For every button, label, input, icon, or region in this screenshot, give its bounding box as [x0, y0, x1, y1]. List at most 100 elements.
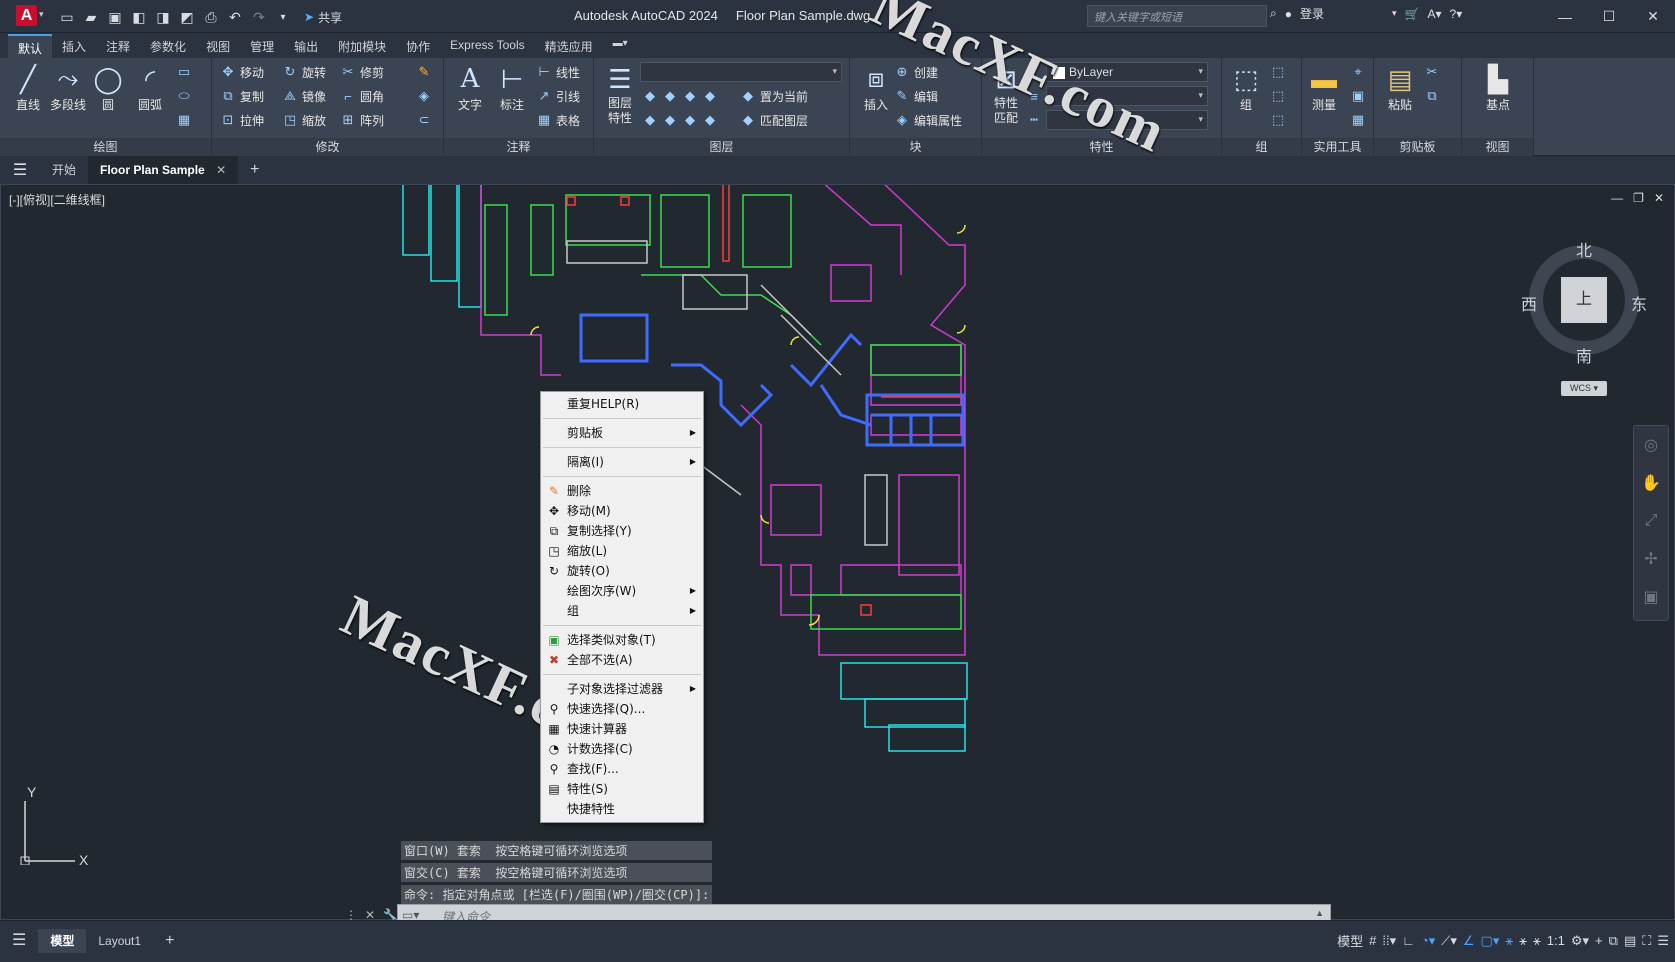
menu-item-count-select[interactable]: ◔ 计数选择(C) [541, 739, 703, 759]
undo-icon[interactable]: ↶ [224, 6, 246, 28]
ribbon-minimize-icon[interactable]: ▬▾ [603, 34, 638, 58]
mirror-button[interactable]: ⟁ 镜像 [282, 86, 326, 106]
menu-item-quick-calc[interactable]: ▦ 快速计算器 [541, 719, 703, 739]
menu-item-quick-select[interactable]: ⚲ 快速选择(Q)... [541, 699, 703, 719]
compass-north[interactable]: 北 [1576, 237, 1592, 261]
snap-icon[interactable]: ⁞⁞▾ [1382, 933, 1396, 949]
showmotion-icon[interactable]: ▣ [1634, 578, 1668, 616]
grid-icon[interactable]: # [1369, 933, 1376, 948]
polyline-button[interactable]: ⤳ 多段线 [46, 62, 90, 113]
group-select-button[interactable]: ⬚ [1270, 110, 1286, 130]
compass-south[interactable]: 南 [1576, 343, 1592, 367]
customize-icon[interactable]: ☰ [1657, 933, 1669, 949]
share-button[interactable]: ➤ 共享 [304, 9, 342, 26]
tab-manage[interactable]: 管理 [240, 34, 284, 58]
menu-item-deselect-all[interactable]: ✖ 全部不选(A) [541, 650, 703, 670]
menu-item-group[interactable]: 组 ▶ [541, 601, 703, 621]
copy-button[interactable]: ⧉ 复制 [220, 86, 264, 106]
isodraft-icon[interactable]: ⟋▾ [1441, 933, 1457, 949]
panel-groups-label[interactable]: 组 [1222, 138, 1301, 156]
linear-button[interactable]: ⊢ 线性 [536, 62, 580, 82]
offset-button[interactable]: ⊂ [416, 110, 432, 130]
close-tab-icon[interactable]: ✕ [216, 163, 226, 177]
menu-item-erase[interactable]: ✎ 删除 [541, 481, 703, 501]
menu-item-draw-order[interactable]: 绘图次序(W) ▶ [541, 581, 703, 601]
panel-view-label[interactable]: 视图 [1462, 138, 1533, 156]
maximize-icon[interactable]: ☐ [1587, 0, 1631, 33]
menu-item-clipboard[interactable]: 剪贴板 ▶ [541, 423, 703, 443]
chevron-down-icon[interactable]: ▾ [1392, 8, 1397, 19]
tab-layout1[interactable]: Layout1 [86, 929, 153, 953]
add-layout-icon[interactable]: + [153, 929, 186, 953]
tab-output[interactable]: 输出 [284, 34, 328, 58]
panel-annotation-label[interactable]: 注释 [444, 138, 593, 156]
circle-button[interactable]: ◯ 圆 [86, 62, 130, 113]
match-layer-button[interactable]: ◆ 匹配图层 [740, 110, 808, 130]
menu-item-copy-select[interactable]: ⧉ 复制选择(Y) [541, 521, 703, 541]
tab-insert[interactable]: 插入 [52, 34, 96, 58]
save-icon[interactable]: ▣ [104, 6, 126, 28]
menu-item-subobject-filter[interactable]: 子对象选择过滤器 ▶ [541, 679, 703, 699]
rectangle-button[interactable]: ▭ [176, 62, 192, 82]
panel-block-label[interactable]: 块 [850, 138, 981, 156]
open-folder-icon[interactable]: ▰ [80, 6, 102, 28]
cart-icon[interactable]: 🛒 [1405, 7, 1420, 21]
units-icon[interactable]: ⧉ [1609, 933, 1618, 949]
orbit-icon[interactable]: ✢ [1634, 540, 1668, 578]
dimension-button[interactable]: ⊢ 标注 [490, 62, 534, 113]
edit-block-button[interactable]: ✎ 编辑 [894, 86, 938, 106]
array-button[interactable]: ⊞ 阵列 [340, 110, 384, 130]
line-button[interactable]: ╱ 直线 [6, 62, 50, 113]
object-snap-tracking-icon[interactable]: ∠ [1463, 933, 1475, 949]
clean-screen-icon[interactable]: ⛶ [1642, 933, 1651, 949]
tab-default[interactable]: 默认 [8, 34, 53, 58]
menu-item-find[interactable]: ⚲ 查找(F)... [541, 759, 703, 779]
paste-button[interactable]: ▤ 粘贴 [1378, 62, 1422, 113]
menu-item-move[interactable]: ✥ 移动(M) [541, 501, 703, 521]
compass-west[interactable]: 西 [1521, 291, 1537, 315]
fillet-button[interactable]: ⌐ 圆角 [340, 86, 384, 106]
ellipse-button[interactable]: ⬭ [176, 86, 192, 106]
viewcube-top-face[interactable]: 上 [1561, 277, 1607, 323]
layer-dropdown[interactable]: ▾ [640, 62, 842, 82]
compass-east[interactable]: 东 [1631, 291, 1647, 315]
menu-item-quick-properties[interactable]: 快捷特性 [541, 799, 703, 819]
quick-properties-icon[interactable]: ▤ [1624, 933, 1636, 949]
scale-button[interactable]: ◳ 缩放 [282, 110, 326, 130]
tab-addins[interactable]: 附加模块 [328, 34, 396, 58]
menu-item-rotate[interactable]: ↻ 旋转(O) [541, 561, 703, 581]
menu-item-scale[interactable]: ◳ 缩放(L) [541, 541, 703, 561]
explode-button[interactable]: ◈ [416, 86, 432, 106]
menu-item-repeat-help[interactable]: 重复HELP(R) [541, 394, 703, 414]
calculator-button[interactable]: ▦ [1350, 110, 1366, 130]
tab-model[interactable]: 模型 [38, 929, 87, 953]
edit-attributes-button[interactable]: ◈ 编辑属性 [894, 110, 962, 130]
base-view-button[interactable]: ▙ 基点 [1476, 62, 1520, 113]
create-block-button[interactable]: ⊕ 创建 [894, 62, 938, 82]
settings-gear-icon[interactable]: ⚙▾ [1571, 933, 1589, 949]
layer-tools-row1[interactable]: ◆ ◆ ◆ ◆ [642, 86, 718, 106]
new-file-icon[interactable]: ▭ [56, 6, 78, 28]
viewcube[interactable]: 上 北 南 西 东 [1521, 235, 1647, 367]
app-menu-button[interactable]: A ▾ [8, 4, 48, 28]
make-current-button[interactable]: ◆ 置为当前 [740, 86, 808, 106]
menu-item-select-similar[interactable]: ▣ 选择类似对象(T) [541, 630, 703, 650]
layer-properties-button[interactable]: ☰ 图层特性 [598, 62, 642, 126]
cut-button[interactable]: ✂ [1424, 62, 1440, 82]
print-icon[interactable]: ⎙ [200, 6, 222, 28]
hatch-button[interactable]: ▦ [176, 110, 192, 130]
tab-annotate[interactable]: 注释 [96, 34, 140, 58]
rotate-button[interactable]: ↻ 旋转 [282, 62, 326, 82]
tab-collaborate[interactable]: 协作 [396, 34, 440, 58]
trim-button[interactable]: ✂ 修剪 [340, 62, 384, 82]
annotation-visibility-icon[interactable]: ⚹ [1505, 933, 1513, 949]
ortho-icon[interactable]: ∟ [1402, 933, 1415, 948]
login-label[interactable]: 登录 [1300, 5, 1324, 22]
arc-button[interactable]: ◜ 圆弧 [128, 62, 172, 113]
command-history-toggle-icon[interactable]: ▲ [1315, 908, 1324, 918]
copy-clip-button[interactable]: ⧉ [1424, 86, 1440, 106]
panel-modify-label[interactable]: 修改 [212, 138, 443, 156]
customize-qat-icon[interactable]: ▾ [272, 6, 294, 28]
tab-express-tools[interactable]: Express Tools [440, 34, 534, 58]
wcs-menu[interactable]: WCS ▾ [1561, 381, 1607, 396]
